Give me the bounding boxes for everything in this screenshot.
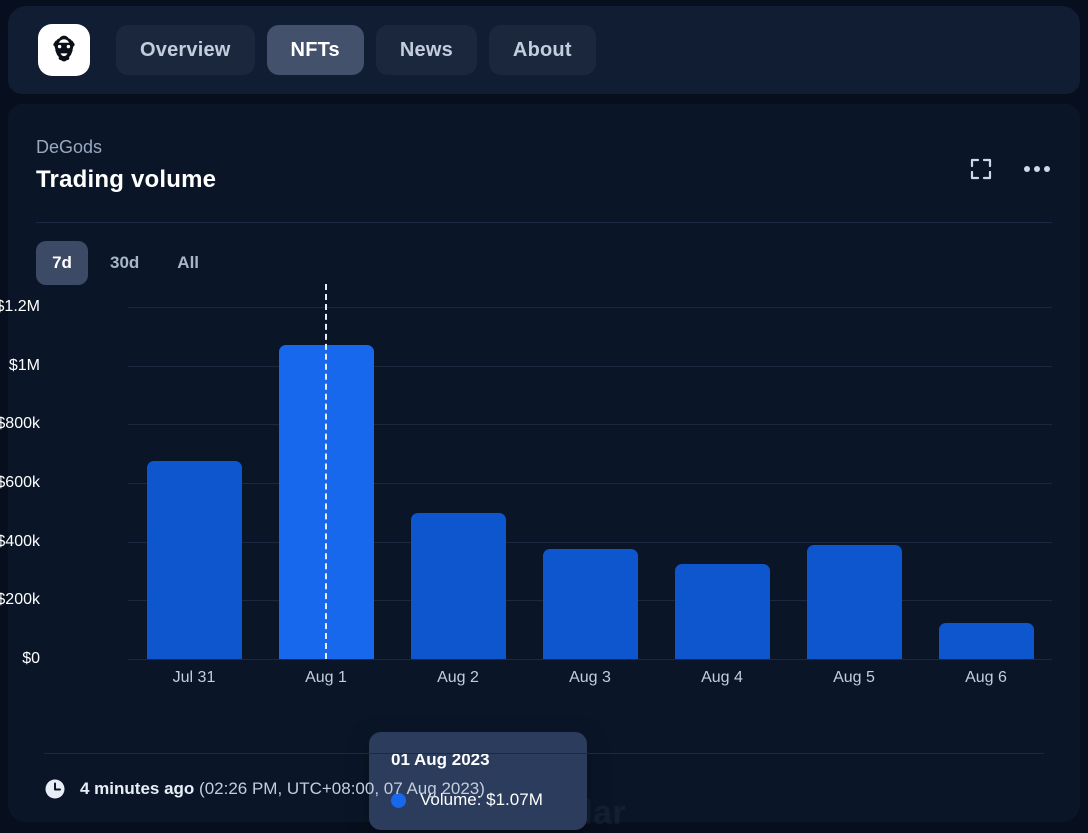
collection-name: DeGods: [36, 134, 216, 160]
header-divider: [36, 222, 1052, 223]
y-axis-tick-label: $600k: [0, 474, 40, 492]
x-axis-tick-label: Aug 6: [920, 669, 1052, 687]
chart-bar[interactable]: [939, 623, 1034, 659]
footer: 4 minutes ago (02:26 PM, UTC+08:00, 07 A…: [44, 778, 485, 800]
tab-overview[interactable]: Overview: [116, 25, 255, 75]
chart-bar-column[interactable]: [656, 307, 788, 659]
chart-area: nRadar $1.2M$1M$800k$600k$400k$200k$0 Ju…: [36, 307, 1052, 707]
range-30d[interactable]: 30d: [94, 241, 155, 285]
expand-icon[interactable]: [966, 154, 996, 184]
x-axis-tick-label: Jul 31: [128, 669, 260, 687]
more-horizontal-icon[interactable]: [1022, 154, 1052, 184]
y-axis-tick-label: $1.2M: [0, 298, 40, 316]
last-updated-relative: 4 minutes ago: [80, 779, 194, 798]
tab-about[interactable]: About: [489, 25, 596, 75]
chart-plot: $1.2M$1M$800k$600k$400k$200k$0: [128, 307, 1052, 659]
chart-bar-column[interactable]: [260, 307, 392, 659]
card-header-titles: DeGods Trading volume: [36, 134, 216, 194]
top-navbar: Overview NFTs News About: [8, 6, 1080, 94]
chart-bar-column[interactable]: [524, 307, 656, 659]
chart-bar[interactable]: [147, 461, 242, 659]
x-axis-labels: Jul 31Aug 1Aug 2Aug 3Aug 4Aug 5Aug 6: [128, 669, 1052, 687]
range-selector: 7d 30d All: [36, 241, 1052, 285]
chart-bar-column[interactable]: [788, 307, 920, 659]
x-axis-tick-label: Aug 3: [524, 669, 656, 687]
chart-bars: [128, 307, 1052, 659]
x-axis-tick-label: Aug 4: [656, 669, 788, 687]
last-updated-text: 4 minutes ago (02:26 PM, UTC+08:00, 07 A…: [80, 779, 485, 799]
card-header: DeGods Trading volume: [36, 104, 1052, 194]
nav-tabs: Overview NFTs News About: [116, 25, 596, 75]
tab-news[interactable]: News: [376, 25, 477, 75]
clock-icon: [44, 778, 66, 800]
footer-divider: [44, 753, 1044, 754]
x-axis-tick-label: Aug 5: [788, 669, 920, 687]
tab-nfts[interactable]: NFTs: [267, 25, 364, 75]
chart-bar-column[interactable]: [920, 307, 1052, 659]
range-7d[interactable]: 7d: [36, 241, 88, 285]
chart-bar[interactable]: [675, 564, 770, 659]
card-header-actions: [966, 134, 1052, 184]
y-axis-tick-label: $1M: [0, 357, 40, 375]
chart-bar-column[interactable]: [128, 307, 260, 659]
page-title: Trading volume: [36, 166, 216, 194]
y-axis-tick-label: $800k: [0, 415, 40, 433]
y-axis-tick-label: $0: [0, 650, 40, 668]
degods-logo-icon[interactable]: [38, 24, 90, 76]
y-axis-tick-label: $400k: [0, 533, 40, 551]
chart-gridline: [128, 659, 1052, 660]
chart-bar[interactable]: [543, 549, 638, 659]
more-dots: [1024, 166, 1050, 172]
chart-bar[interactable]: [411, 513, 506, 659]
chart-bar-column[interactable]: [392, 307, 524, 659]
chart-bar[interactable]: [807, 545, 902, 659]
chart-cursor-line: [325, 284, 327, 659]
y-axis-tick-label: $200k: [0, 591, 40, 609]
last-updated-absolute: (02:26 PM, UTC+08:00, 07 Aug 2023): [199, 779, 485, 798]
x-axis-tick-label: Aug 2: [392, 669, 524, 687]
range-all[interactable]: All: [161, 241, 215, 285]
x-axis-tick-label: Aug 1: [260, 669, 392, 687]
trading-volume-card: DeGods Trading volume 7d 30d All nRadar …: [8, 104, 1080, 822]
